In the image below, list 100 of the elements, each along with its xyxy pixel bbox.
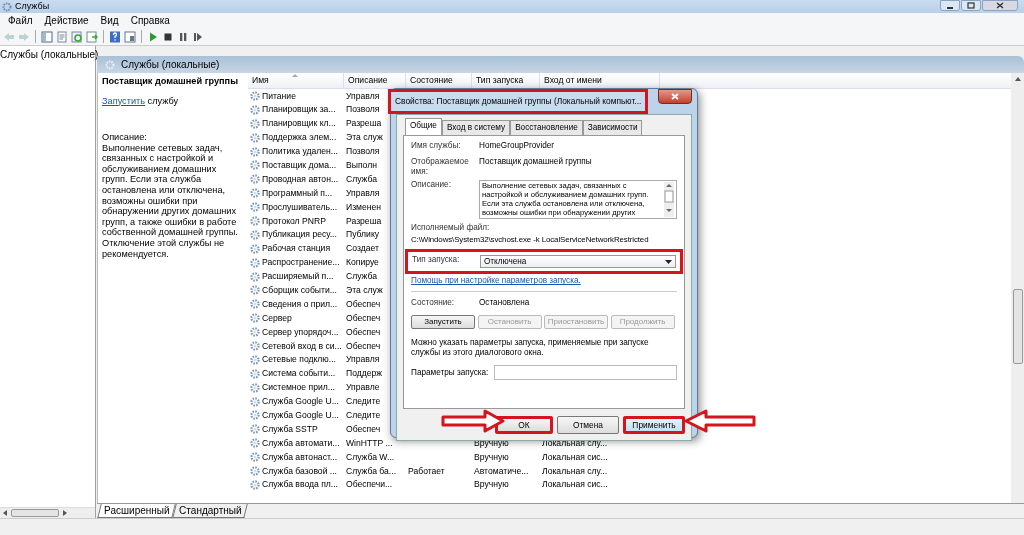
maximize-icon[interactable] [967, 2, 975, 9]
table-cell: Сервер [262, 311, 292, 325]
table-cell: Служба Google U... [262, 409, 339, 422]
table-cell: Система событи... [262, 367, 336, 381]
table-cell: Публику [346, 228, 380, 242]
table-cell: Вручную [474, 478, 509, 492]
refresh-icon[interactable] [71, 30, 83, 43]
startup-type-dropdown[interactable]: Отключена [480, 254, 676, 269]
table-cell: Поддерж [346, 367, 383, 381]
help-icon[interactable] [109, 30, 121, 43]
service-button[interactable]: Запустить [411, 315, 475, 329]
gear-icon [250, 299, 260, 310]
field-label: Исполняемый файл: [411, 223, 491, 234]
gear-icon [250, 452, 260, 463]
field-label: Отображаемое имя: [411, 156, 470, 177]
table-cell: Сборщик событи... [262, 283, 337, 297]
table-cell: Следите [346, 395, 381, 408]
gear-icon [250, 382, 260, 393]
annotation-arrow [684, 409, 756, 433]
dialog-button[interactable]: Отмена [557, 415, 619, 434]
dialog-button[interactable]: Применить [623, 415, 685, 434]
table-cell: Прослушиватель... [262, 200, 338, 214]
table-cell: Выполн [346, 158, 377, 172]
display-name: Поставщик домашней группы [479, 156, 592, 168]
resume-icon[interactable] [192, 30, 204, 43]
scroll-thumb[interactable] [11, 509, 59, 517]
gear-icon [250, 160, 260, 171]
column-header[interactable]: Имя [248, 73, 344, 88]
close-button[interactable] [658, 89, 692, 104]
close-button[interactable] [982, 0, 1018, 11]
gear-icon [250, 243, 260, 254]
export-icon[interactable] [86, 30, 98, 43]
gear-icon [250, 132, 260, 143]
menu-item[interactable]: Вид [100, 13, 119, 28]
gear-icon [250, 438, 260, 449]
table-cell: Автоматиче... [474, 464, 529, 478]
scroll-left-icon[interactable] [3, 510, 7, 516]
scroll-thumb[interactable] [1012, 289, 1023, 364]
table-cell: Служба базовой ... [262, 464, 337, 478]
pause-icon[interactable] [177, 30, 189, 43]
table-cell: Сетевой вход в си... [262, 339, 342, 353]
gear-icon [250, 104, 260, 115]
table-cell: Работает [408, 464, 445, 478]
panel-toggle-icon[interactable] [41, 30, 53, 43]
service-name: HomeGroupProvider [479, 140, 555, 151]
gear-icon [250, 118, 260, 129]
table-cell: Служба автонаст... [262, 450, 338, 464]
gear-icon [250, 146, 260, 157]
field-label: Описание: [411, 180, 452, 192]
dialog-tab[interactable]: Восстановление [510, 119, 583, 135]
view-tab[interactable]: Расширенный [97, 504, 177, 518]
scroll-right-icon[interactable] [63, 510, 67, 516]
view-icon[interactable] [124, 30, 136, 43]
parameters-field[interactable] [494, 365, 677, 381]
table-cell: Изменен [346, 200, 382, 214]
scroll-up-icon[interactable] [1014, 77, 1021, 81]
menu-item[interactable]: Справка [130, 13, 170, 28]
view-tab[interactable]: Стандартный [172, 504, 249, 518]
table-cell: Управля [346, 353, 380, 367]
gear-icon [250, 466, 260, 476]
gear-icon [250, 202, 260, 213]
minimize-button[interactable] [940, 0, 960, 11]
table-cell: Распространение... [262, 256, 340, 270]
dialog-tab[interactable]: Общие [405, 117, 442, 135]
table-cell: Эта служ [346, 283, 383, 297]
dialog-title: Свойства: Поставщик домашней группы (Локальный компьют... [388, 89, 649, 114]
close-icon[interactable] [996, 2, 1004, 9]
gear-icon [250, 354, 260, 365]
table-cell: Служба SSTP [262, 422, 318, 436]
gear-icon [250, 90, 260, 101]
dialog-tab[interactable]: Вход в систему [441, 119, 511, 135]
field-label: Тип запуска: [412, 254, 461, 266]
pane-title: Службы (локальные) [121, 58, 220, 72]
description-label: Описание: [102, 132, 148, 143]
hint-text: Можно указать параметры запуска, применяемые при запуске службы из этого диалогового окна. [411, 337, 650, 358]
table-cell: Создает [346, 242, 379, 256]
table-cell: Сервер упорядоч... [262, 325, 339, 339]
table-cell: Поставщик дома... [262, 158, 337, 172]
gear-icon [250, 313, 260, 324]
table-cell: Публикация ресу... [262, 228, 337, 242]
gear-icon [250, 327, 260, 338]
table-cell: Планировщик кл... [262, 117, 336, 131]
caret-icon [665, 259, 672, 264]
table-cell: Служба Google U... [262, 395, 339, 408]
dialog-tab[interactable]: Зависимости [582, 119, 643, 135]
table-cell: Обеспечи... [346, 478, 393, 492]
gear-icon [250, 271, 260, 282]
start-link[interactable]: Запустить [102, 95, 146, 106]
table-cell: Вручную [474, 436, 509, 450]
vertical-scrollbar[interactable] [1011, 73, 1024, 503]
dialog-button[interactable]: ОК [495, 415, 553, 434]
horizontal-scrollbar[interactable] [0, 507, 95, 518]
properties-icon[interactable] [56, 30, 68, 43]
table-cell: Служба ба... [346, 464, 397, 478]
menu-item[interactable]: Файл [8, 13, 33, 28]
table-cell: Обеспеч [346, 339, 381, 353]
table-cell: Обеспеч [346, 311, 381, 325]
service-status: Остановлена [479, 298, 530, 309]
menu-item[interactable]: Действие [44, 13, 89, 28]
help-link[interactable]: Помощь при настройке параметров запуска. [411, 276, 677, 287]
